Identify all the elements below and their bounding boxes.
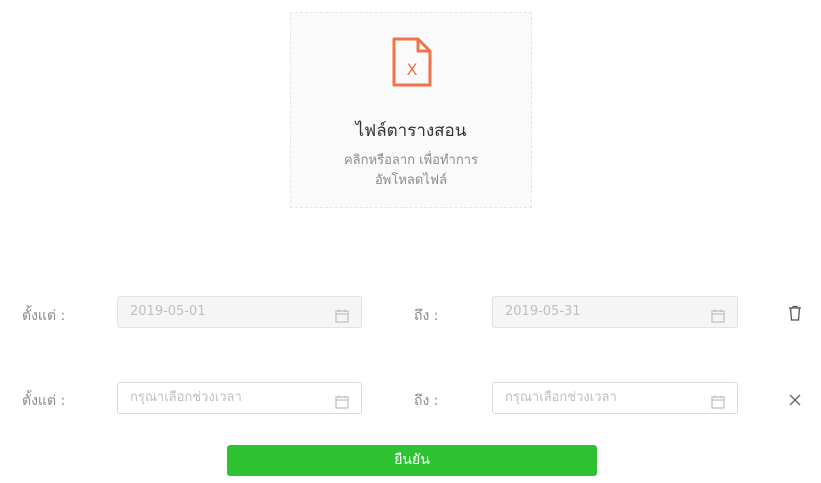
- from-date-input[interactable]: กรุณาเลือกช่วงเวลา: [117, 382, 362, 414]
- from-label: ตั้งแต่ :: [22, 308, 66, 324]
- from-date-placeholder: กรุณาเลือกช่วงเวลา: [130, 390, 242, 405]
- to-date-placeholder: กรุณาเลือกช่วงเวลา: [505, 390, 617, 405]
- svg-text:X: X: [407, 60, 418, 79]
- upload-hint-line1: คลิกหรือลาก เพื่อทำการ: [343, 153, 478, 168]
- to-label: ถึง :: [414, 393, 439, 409]
- to-date-input[interactable]: 2019-05-31: [492, 296, 738, 328]
- from-date-input[interactable]: 2019-05-01: [117, 296, 362, 328]
- trash-icon[interactable]: [788, 305, 802, 325]
- from-label: ตั้งแต่ :: [22, 393, 66, 409]
- confirm-button[interactable]: ยืนยัน: [227, 445, 597, 476]
- calendar-icon: [711, 305, 725, 335]
- calendar-icon: [335, 305, 349, 335]
- to-label: ถึง :: [414, 308, 439, 324]
- file-upload-dropzone[interactable]: X ไฟล์ตารางสอน คลิกหรือลาก เพื่อทำการ อั…: [290, 12, 532, 208]
- close-icon[interactable]: [789, 391, 801, 410]
- calendar-icon: [711, 391, 725, 421]
- upload-hint-line2: อัพโหลดไฟล์: [374, 173, 448, 188]
- calendar-icon: [335, 391, 349, 421]
- upload-hint: คลิกหรือลาก เพื่อทำการ อัพโหลดไฟล์: [291, 151, 531, 191]
- to-date-value: 2019-05-31: [505, 304, 581, 319]
- upload-title: ไฟล์ตารางสอน: [355, 121, 467, 141]
- from-date-value: 2019-05-01: [130, 304, 206, 319]
- excel-file-icon: X: [390, 37, 434, 91]
- to-date-input[interactable]: กรุณาเลือกช่วงเวลา: [492, 382, 738, 414]
